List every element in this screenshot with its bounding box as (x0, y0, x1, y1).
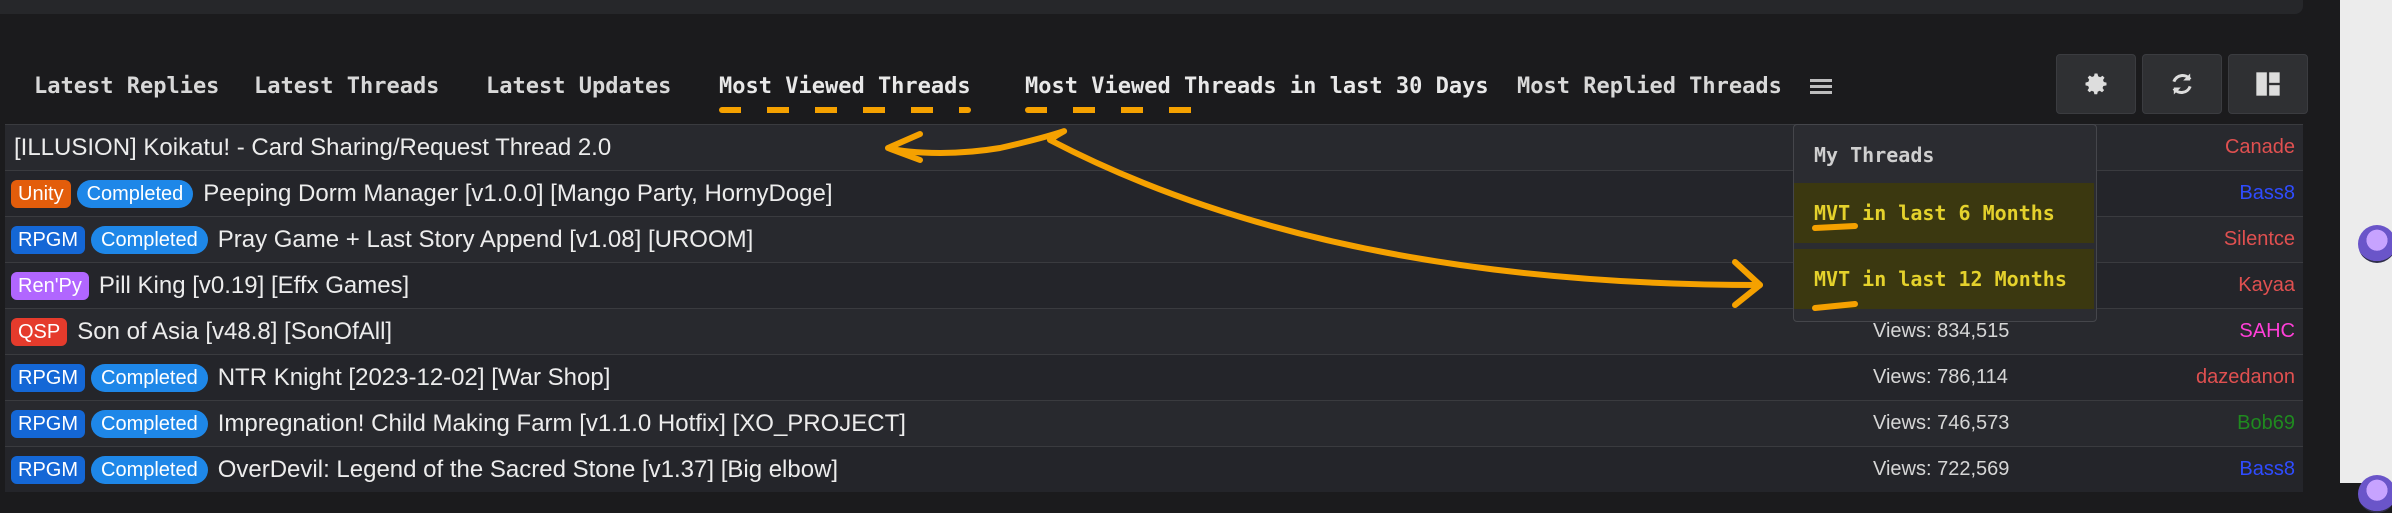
thread-row[interactable]: RPGM Completed NTR Knight [2023-12-02] [Wa… (5, 354, 2303, 400)
annotation-underline (719, 107, 971, 113)
settings-button[interactable] (2056, 54, 2136, 114)
tab-latest-threads[interactable]: Latest Threads (254, 74, 439, 99)
search-panel-edge (0, 0, 2303, 14)
gear-icon (2085, 73, 2107, 95)
author-link[interactable]: Kayaa (2238, 274, 2295, 297)
prefix-badge[interactable]: QSP (11, 317, 68, 346)
layout-icon (2256, 72, 2280, 96)
prefix-badge[interactable]: Ren'Py (11, 271, 89, 300)
refresh-icon (2172, 73, 2192, 95)
prefix-badge[interactable]: RPGM (11, 363, 85, 392)
thread-row[interactable]: RPGM Completed Impregnation! Child Making … (5, 400, 2303, 446)
more-tabs-menu-icon[interactable] (1810, 76, 1832, 98)
menu-item-label: MVT in last 12 Months (1814, 267, 2067, 291)
view-count: Views: 834,515 (1873, 320, 2010, 342)
refresh-button[interactable] (2142, 54, 2222, 114)
menu-item-mvt-12-months[interactable]: MVT in last 12 Months (1794, 249, 2094, 309)
thread-title-link[interactable]: Impregnation! Child Making Farm [v1.1.0 … (218, 410, 906, 438)
author-link[interactable]: Canade (2225, 136, 2295, 159)
tab-latest-replies[interactable]: Latest Replies (34, 74, 219, 99)
prefix-badge[interactable]: Completed (76, 179, 194, 208)
prefix-badge[interactable]: Completed (91, 409, 208, 438)
author-link[interactable]: dazedanon (2196, 366, 2295, 389)
prefix-badge[interactable]: Completed (91, 225, 208, 254)
annotation-underline (1025, 107, 1215, 113)
thread-row[interactable]: RPGM Completed OverDevil: Legend of the Sa… (5, 446, 2303, 492)
tabs-dropdown-menu: My Threads MVT in last 6 Months MVT in l… (1793, 124, 2097, 322)
view-count: Views: 786,114 (1873, 366, 2008, 388)
tab-most-replied-threads[interactable]: Most Replied Threads (1517, 74, 1782, 99)
prefix-badge[interactable]: Unity (11, 179, 71, 208)
thread-title-link[interactable]: Son of Asia [v48.8] [SonOfAll] (77, 318, 392, 346)
thread-title-link[interactable]: Pill King [v0.19] [Effx Games] (99, 272, 409, 300)
tab-most-viewed-threads[interactable]: Most Viewed Threads (719, 74, 971, 113)
tab-most-viewed-threads-label: Most Viewed Threads (719, 74, 971, 99)
tab-most-viewed-30-days-label: Most Viewed Threads in last 30 Days (1025, 74, 1489, 99)
thread-tabs: Latest Replies Latest Threads Latest Upd… (0, 62, 1850, 113)
prefix-badge[interactable]: Completed (91, 455, 208, 484)
prefix-badge[interactable]: Completed (91, 363, 208, 392)
tab-latest-updates[interactable]: Latest Updates (486, 74, 671, 99)
avatar[interactable] (2358, 225, 2392, 263)
layout-button[interactable] (2228, 54, 2308, 114)
view-count: Views: 722,569 (1873, 458, 2010, 480)
author-link[interactable]: Bass8 (2239, 182, 2295, 205)
author-link[interactable]: Bob69 (2237, 412, 2295, 435)
thread-title-link[interactable]: NTR Knight [2023-12-02] [War Shop] (218, 364, 611, 392)
avatar[interactable] (2358, 475, 2392, 513)
view-count: Views: 746,573 (1873, 412, 2010, 434)
menu-item-mvt-6-months[interactable]: MVT in last 6 Months (1794, 183, 2094, 243)
author-link[interactable]: SAHC (2239, 320, 2295, 343)
thread-title-link[interactable]: Peeping Dorm Manager [v1.0.0] [Mango Par… (203, 180, 832, 208)
author-link[interactable]: Silentce (2224, 228, 2295, 251)
author-link[interactable]: Bass8 (2239, 458, 2295, 481)
thread-title-link[interactable]: Pray Game + Last Story Append [v1.08] [U… (218, 226, 754, 254)
prefix-badge[interactable]: RPGM (11, 409, 85, 438)
thread-title-link[interactable]: OverDevil: Legend of the Sacred Stone [v… (218, 456, 838, 484)
menu-item-label: MVT in last 6 Months (1814, 201, 2055, 225)
tab-most-viewed-30-days[interactable]: Most Viewed Threads in last 30 Days (1025, 74, 1489, 113)
thread-title-link[interactable]: [ILLUSION] Koikatu! - Card Sharing/Reque… (14, 134, 611, 162)
dropdown-header: My Threads (1814, 143, 1935, 167)
prefix-badge[interactable]: RPGM (11, 455, 85, 484)
prefix-badge[interactable]: RPGM (11, 225, 85, 254)
